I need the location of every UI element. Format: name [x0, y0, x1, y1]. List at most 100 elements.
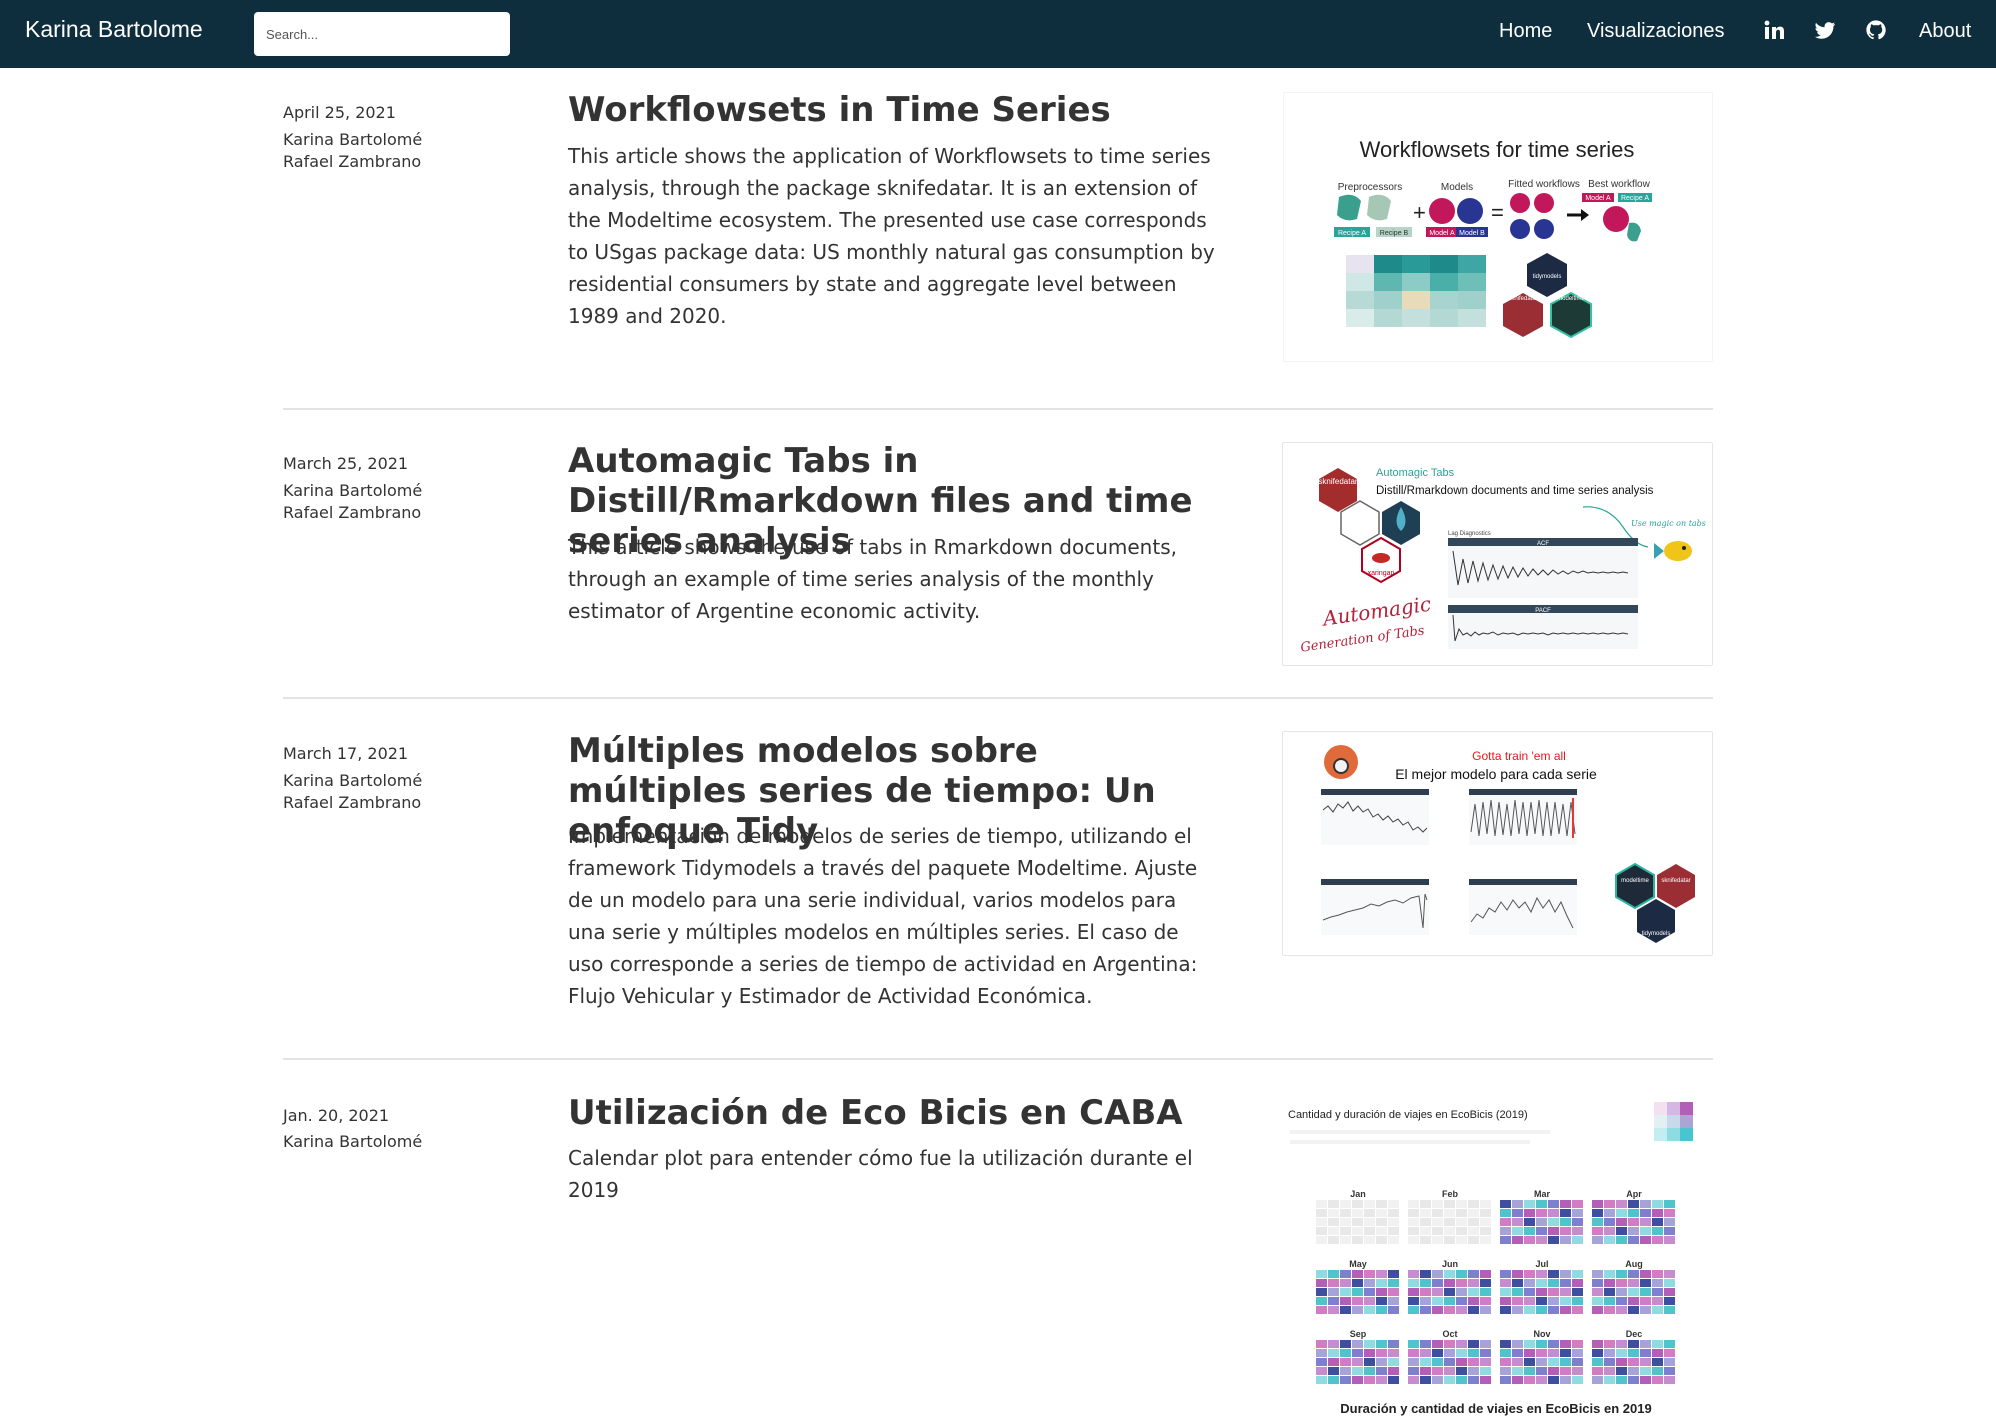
calendar-day-cell	[1572, 1367, 1583, 1375]
calendar-day-cell	[1408, 1200, 1419, 1208]
calendar-day-cell	[1468, 1200, 1479, 1208]
calendar-day-cell	[1468, 1340, 1479, 1348]
calendar-day-cell	[1388, 1227, 1399, 1235]
calendar-day-cell	[1376, 1349, 1387, 1357]
calendar-day-cell	[1388, 1218, 1399, 1226]
calendar-day-cell	[1592, 1200, 1603, 1208]
calendar-day-cell	[1616, 1349, 1627, 1357]
calendar-day-cell	[1664, 1358, 1675, 1366]
calendar-day-cell	[1572, 1288, 1583, 1296]
calendar-day-cell	[1616, 1270, 1627, 1278]
calendar-day-cell	[1640, 1200, 1651, 1208]
calendar-day-cell	[1340, 1376, 1351, 1384]
calendar-day-cell	[1480, 1288, 1491, 1296]
calendar-day-cell	[1604, 1279, 1615, 1287]
nav-visualizaciones[interactable]: Visualizaciones	[1587, 20, 1725, 43]
search-input[interactable]	[254, 12, 510, 56]
calendar-day-cell	[1468, 1270, 1479, 1278]
post-date: April 25, 2021	[283, 103, 396, 122]
calendar-day-cell	[1592, 1209, 1603, 1217]
calendar-day-cell	[1364, 1367, 1375, 1375]
calendar-day-cell	[1592, 1236, 1603, 1244]
calendar-day-cell	[1468, 1209, 1479, 1217]
github-icon[interactable]	[1865, 19, 1887, 41]
calendar-month-label: Jul	[1535, 1259, 1548, 1269]
calendar-day-cell	[1352, 1227, 1363, 1235]
calendar-day-cell	[1664, 1236, 1675, 1244]
calendar-day-cell	[1456, 1288, 1467, 1296]
post-thumbnail[interactable]: Gotta train 'em all El mejor modelo para…	[1282, 731, 1713, 956]
calendar-day-cell	[1408, 1306, 1419, 1314]
calendar-day-cell	[1652, 1367, 1663, 1375]
calendar-day-cell	[1664, 1367, 1675, 1375]
twitter-icon[interactable]	[1814, 19, 1836, 41]
calendar-day-cell	[1432, 1209, 1443, 1217]
calendar-day-cell	[1592, 1279, 1603, 1287]
calendar-day-cell	[1352, 1209, 1363, 1217]
post-date: Jan. 20, 2021	[283, 1106, 390, 1125]
calendar-day-cell	[1364, 1227, 1375, 1235]
post-author: Karina Bartolomé	[283, 771, 423, 790]
calendar-day-cell	[1628, 1209, 1639, 1217]
calendar-day-cell	[1500, 1200, 1511, 1208]
calendar-day-cell	[1468, 1349, 1479, 1357]
thumb-hex-label: tidymodels	[1642, 931, 1671, 937]
calendar-day-cell	[1420, 1288, 1431, 1296]
calendar-day-cell	[1536, 1218, 1547, 1226]
calendar-month-label: Oct	[1442, 1329, 1457, 1339]
calendar-day-cell	[1432, 1200, 1443, 1208]
post-thumbnail[interactable]: Workflowsets for time series Preprocesso…	[1283, 92, 1713, 362]
calendar-day-cell	[1548, 1279, 1559, 1287]
calendar-day-cell	[1560, 1376, 1571, 1384]
calendar-day-cell	[1628, 1297, 1639, 1305]
calendar-day-cell	[1376, 1306, 1387, 1314]
calendar-day-cell	[1664, 1279, 1675, 1287]
site-brand[interactable]: Karina Bartolome	[25, 16, 203, 43]
calendar-day-cell	[1444, 1209, 1455, 1217]
calendar-day-cell	[1364, 1358, 1375, 1366]
calendar-day-cell	[1444, 1227, 1455, 1235]
calendar-day-cell	[1560, 1270, 1571, 1278]
calendar-day-cell	[1340, 1236, 1351, 1244]
calendar-day-cell	[1444, 1200, 1455, 1208]
calendar-day-cell	[1500, 1279, 1511, 1287]
calendar-day-cell	[1456, 1358, 1467, 1366]
calendar-day-cell	[1628, 1349, 1639, 1357]
calendar-day-cell	[1512, 1367, 1523, 1375]
calendar-day-cell	[1480, 1306, 1491, 1314]
calendar-day-cell	[1604, 1236, 1615, 1244]
calendar-day-cell	[1500, 1376, 1511, 1384]
calendar-day-cell	[1512, 1288, 1523, 1296]
calendar-day-cell	[1444, 1358, 1455, 1366]
thumb-label: Best workflow	[1588, 179, 1650, 190]
post-thumbnail[interactable]: Cantidad y duración de viajes en EcoBici…	[1282, 1090, 1713, 1426]
post-title[interactable]: Workflowsets in Time Series	[568, 90, 1208, 130]
calendar-day-cell	[1592, 1340, 1603, 1348]
calendar-day-cell	[1536, 1227, 1547, 1235]
calendar-day-cell	[1328, 1209, 1339, 1217]
calendar-day-cell	[1432, 1279, 1443, 1287]
calendar-day-cell	[1340, 1227, 1351, 1235]
calendar-day-cell	[1376, 1209, 1387, 1217]
calendar-day-cell	[1444, 1340, 1455, 1348]
calendar-day-cell	[1512, 1376, 1523, 1384]
calendar-month-label: Sep	[1350, 1329, 1367, 1339]
calendar-day-cell	[1468, 1306, 1479, 1314]
calendar-day-cell	[1468, 1288, 1479, 1296]
calendar-day-cell	[1572, 1218, 1583, 1226]
post-thumbnail[interactable]: sknifedatar xaringan Automagic Generatio…	[1282, 442, 1713, 666]
calendar-day-cell	[1408, 1376, 1419, 1384]
calendar-day-cell	[1592, 1376, 1603, 1384]
post-title[interactable]: Utilización de Eco Bicis en CABA	[568, 1093, 1208, 1133]
calendar-day-cell	[1604, 1209, 1615, 1217]
nav-about[interactable]: About	[1919, 20, 1971, 43]
calendar-day-cell	[1376, 1297, 1387, 1305]
calendar-day-cell	[1500, 1227, 1511, 1235]
calendar-day-cell	[1408, 1236, 1419, 1244]
calendar-day-cell	[1420, 1200, 1431, 1208]
calendar-day-cell	[1500, 1358, 1511, 1366]
linkedin-icon[interactable]	[1763, 19, 1785, 41]
calendar-day-cell	[1364, 1279, 1375, 1287]
calendar-day-cell	[1468, 1279, 1479, 1287]
nav-home[interactable]: Home	[1499, 20, 1552, 43]
